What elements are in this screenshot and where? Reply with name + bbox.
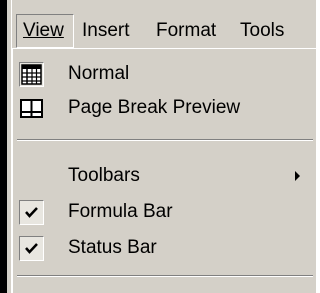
page-break-preview-icon	[19, 96, 44, 121]
window-left-border	[0, 0, 7, 293]
menu-item-formula-bar-label: Formula Bar	[68, 201, 173, 222]
app-window: View Insert Format Tools Normal Page Bre…	[0, 0, 316, 293]
menu-insert-label: Insert	[82, 20, 130, 41]
menu-view-label: View	[23, 20, 64, 41]
status-bar-checkmark-icon	[19, 236, 44, 261]
menu-item-status-bar-label: Status Bar	[68, 237, 157, 258]
menu-item-toolbars-label: Toolbars	[68, 165, 140, 186]
menu-bar: View Insert Format Tools	[12, 14, 316, 48]
menu-item-formula-bar[interactable]: Formula Bar	[13, 195, 316, 229]
menu-view[interactable]: View	[16, 14, 74, 48]
view-menu-dropdown: Normal Page Break Preview Toolbars Formu…	[12, 48, 316, 293]
menu-separator-bottom	[17, 275, 313, 277]
menu-format-label: Format	[156, 20, 217, 41]
menu-item-status-bar[interactable]: Status Bar	[13, 231, 316, 265]
formula-bar-checkmark-icon	[19, 200, 44, 225]
menu-item-normal-label: Normal	[68, 63, 130, 84]
menu-item-page-break-preview[interactable]: Page Break Preview	[13, 91, 316, 125]
menu-tools[interactable]: Tools	[234, 14, 290, 48]
menu-item-page-break-preview-label: Page Break Preview	[68, 97, 241, 118]
menu-item-normal[interactable]: Normal	[13, 57, 316, 91]
normal-view-grid-icon	[19, 62, 44, 87]
menu-item-toolbars[interactable]: Toolbars	[13, 159, 316, 193]
menu-format[interactable]: Format	[150, 14, 222, 48]
menu-tools-label: Tools	[240, 20, 285, 41]
menu-separator	[17, 139, 313, 141]
menu-insert[interactable]: Insert	[76, 14, 136, 48]
submenu-arrow-icon	[295, 171, 300, 181]
